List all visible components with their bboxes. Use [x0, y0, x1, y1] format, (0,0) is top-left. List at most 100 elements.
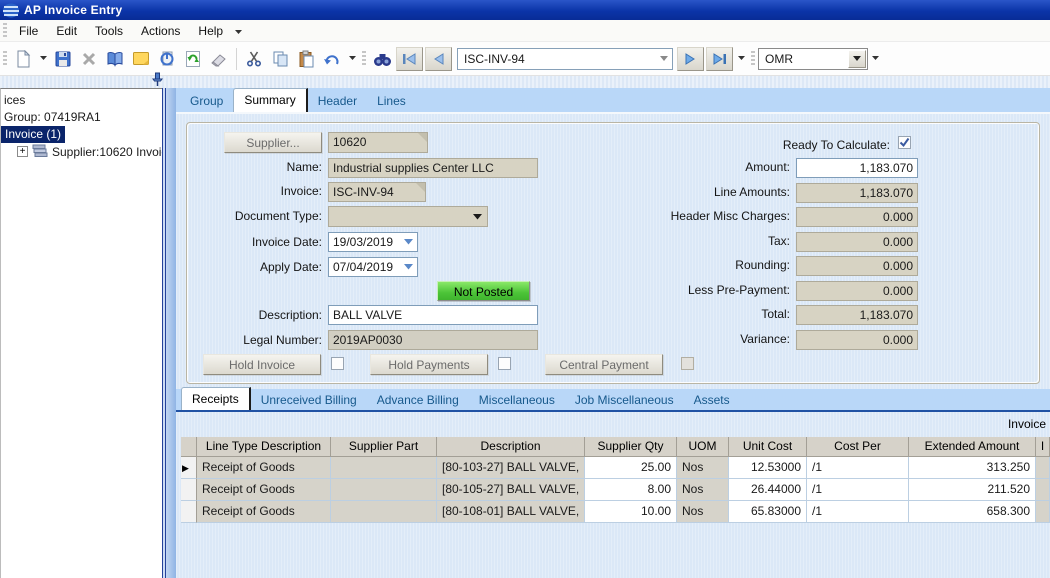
col-supplier-qty[interactable]: Supplier Qty: [585, 437, 677, 457]
tree-node-invoice-selected[interactable]: Invoice (1): [1, 126, 65, 143]
nav-overflow-chevron-icon[interactable]: [734, 46, 748, 72]
cost-per-cell[interactable]: /1: [807, 479, 909, 501]
invoice-date-chevron-icon[interactable]: [400, 232, 416, 252]
tab-header[interactable]: Header: [308, 91, 367, 112]
toolbar: ISC-INV-94 OMR: [0, 42, 1050, 76]
tab-job-miscellaneous[interactable]: Job Miscellaneous: [565, 390, 684, 411]
apply-date-chevron-icon[interactable]: [400, 257, 416, 277]
supplier-qty-cell[interactable]: 10.00: [585, 501, 677, 523]
col-extended-amount[interactable]: Extended Amount: [909, 437, 1036, 457]
line-amounts-label: Line Amounts:: [550, 185, 790, 199]
cost-per-cell[interactable]: /1: [807, 457, 909, 479]
supplier-qty-cell[interactable]: 25.00: [585, 457, 677, 479]
document-type-chevron-icon[interactable]: [468, 206, 486, 227]
record-selector-combo[interactable]: ISC-INV-94: [457, 48, 673, 70]
currency-overflow-chevron-icon[interactable]: [868, 46, 882, 72]
col-uom[interactable]: UOM: [677, 437, 729, 457]
menu-overflow-chevron-icon[interactable]: [234, 27, 243, 35]
document-type-combo[interactable]: [328, 206, 488, 227]
tab-lines[interactable]: Lines: [367, 91, 416, 112]
next-record-button[interactable]: [677, 47, 704, 71]
delete-icon[interactable]: [76, 46, 102, 72]
tree-expander-plus-icon[interactable]: +: [17, 146, 28, 157]
header-misc-charges-label: Header Misc Charges:: [550, 209, 790, 223]
row-selector-cell[interactable]: [181, 501, 197, 523]
tab-receipts[interactable]: Receipts: [181, 387, 251, 411]
title-bar: AP Invoice Entry: [0, 0, 1050, 20]
refresh-icon[interactable]: [180, 46, 206, 72]
menu-bar: File Edit Tools Actions Help: [0, 20, 1050, 42]
tabstrip-divider: [176, 112, 1050, 114]
amount-field[interactable]: 1,183.070: [796, 158, 918, 178]
tree-node-supplier[interactable]: Supplier:10620 Invoic: [52, 145, 167, 159]
currency-combo-chevron-icon[interactable]: [848, 50, 866, 68]
copy-icon[interactable]: [267, 46, 293, 72]
supplier-button[interactable]: Supplier...: [224, 132, 322, 153]
menu-tools[interactable]: Tools: [86, 21, 132, 41]
menu-file[interactable]: File: [10, 21, 47, 41]
book-icon[interactable]: [102, 46, 128, 72]
new-dropdown-chevron-icon[interactable]: [36, 46, 50, 72]
central-payment-button[interactable]: Central Payment: [545, 354, 663, 375]
tab-advance-billing[interactable]: Advance Billing: [367, 390, 469, 411]
search-icon[interactable]: [369, 46, 395, 72]
currency-combo[interactable]: OMR: [758, 48, 868, 70]
menu-edit[interactable]: Edit: [47, 21, 86, 41]
cut-icon[interactable]: [241, 46, 267, 72]
toolbar-grip-handle-3[interactable]: [751, 51, 755, 67]
menu-actions[interactable]: Actions: [132, 21, 189, 41]
save-icon[interactable]: [50, 46, 76, 72]
record-combo-chevron-icon[interactable]: [656, 56, 672, 61]
eraser-icon[interactable]: [206, 46, 232, 72]
menubar-grip-handle[interactable]: [3, 23, 7, 39]
extended-amount-cell[interactable]: 313.250: [909, 457, 1036, 479]
col-unit-cost[interactable]: Unit Cost: [729, 437, 807, 457]
hold-payments-button[interactable]: Hold Payments: [370, 354, 488, 375]
tab-unreceived-billing[interactable]: Unreceived Billing: [251, 390, 367, 411]
unit-cost-cell[interactable]: 26.44000: [729, 479, 807, 501]
description-cell: [80-108-01] BALL VALVE,: [437, 501, 585, 523]
extended-amount-cell[interactable]: 211.520: [909, 479, 1036, 501]
attachment-icon[interactable]: [154, 46, 180, 72]
col-line-type-description[interactable]: Line Type Description: [197, 437, 331, 457]
supplier-qty-cell[interactable]: 8.00: [585, 479, 677, 501]
toolbar-grip-handle-2[interactable]: [362, 51, 366, 67]
tab-group[interactable]: Group: [180, 91, 233, 112]
last-record-button[interactable]: [706, 47, 733, 71]
table-row[interactable]: Receipt of Goods [80-105-27] BALL VALVE,…: [181, 479, 1050, 501]
hold-invoice-button[interactable]: Hold Invoice: [203, 354, 321, 375]
pin-icon[interactable]: [152, 72, 163, 87]
row-selector-cell[interactable]: [181, 479, 197, 501]
hold-invoice-checkbox[interactable]: [331, 357, 344, 370]
col-cost-per[interactable]: Cost Per: [807, 437, 909, 457]
tab-miscellaneous[interactable]: Miscellaneous: [469, 390, 565, 411]
col-supplier-part[interactable]: Supplier Part: [331, 437, 437, 457]
table-row[interactable]: Receipt of Goods [80-108-01] BALL VALVE,…: [181, 501, 1050, 523]
new-document-icon[interactable]: [10, 46, 36, 72]
cost-per-cell[interactable]: /1: [807, 501, 909, 523]
hold-payments-checkbox[interactable]: [498, 357, 511, 370]
unit-cost-cell[interactable]: 65.83000: [729, 501, 807, 523]
header-misc-charges-field: 0.000: [796, 207, 918, 227]
description-field[interactable]: BALL VALVE: [328, 305, 538, 325]
first-record-button[interactable]: [396, 47, 423, 71]
tree-node-invoices[interactable]: ices: [4, 93, 25, 107]
paste-icon[interactable]: [293, 46, 319, 72]
memo-icon[interactable]: [128, 46, 154, 72]
tab-assets[interactable]: Assets: [684, 390, 740, 411]
name-field: Industrial supplies Center LLC: [328, 158, 538, 178]
row-selector-cell[interactable]: ▶: [181, 457, 197, 479]
menu-help[interactable]: Help: [189, 21, 232, 41]
col-description[interactable]: Description: [437, 437, 585, 457]
central-payment-checkbox[interactable]: [681, 357, 694, 370]
extended-amount-cell[interactable]: 658.300: [909, 501, 1036, 523]
tree-node-group[interactable]: Group: 07419RA1: [4, 110, 101, 124]
toolbar-overflow-chevron-icon[interactable]: [345, 46, 359, 72]
unit-cost-cell[interactable]: 12.53000: [729, 457, 807, 479]
table-row[interactable]: ▶ Receipt of Goods [80-103-27] BALL VALV…: [181, 457, 1050, 479]
ready-to-calculate-checkbox[interactable]: [898, 136, 911, 149]
previous-record-button[interactable]: [425, 47, 452, 71]
tab-summary[interactable]: Summary: [233, 88, 307, 112]
undo-icon[interactable]: [319, 46, 345, 72]
toolbar-grip-handle[interactable]: [3, 51, 7, 67]
